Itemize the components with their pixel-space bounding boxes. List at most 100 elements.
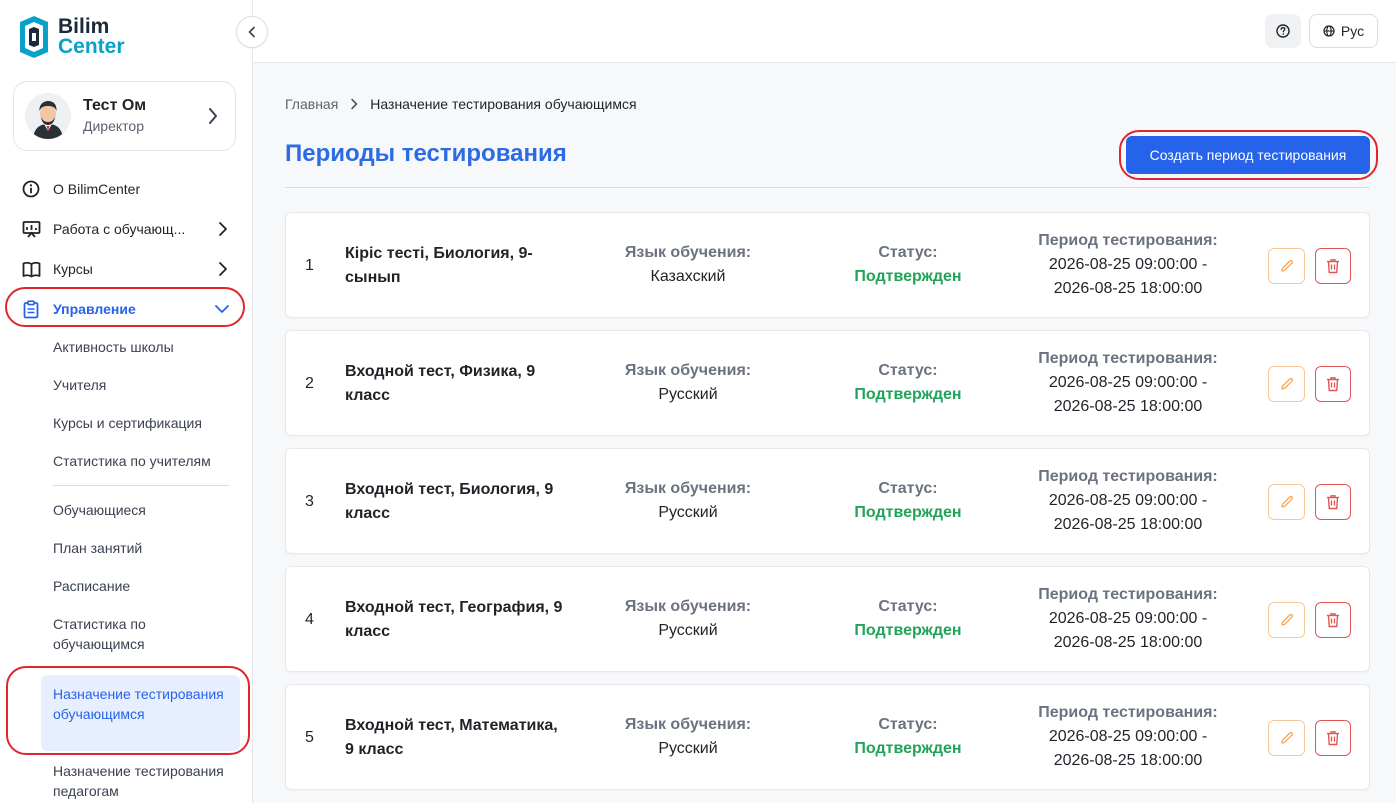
delete-button[interactable] [1315,720,1351,756]
pencil-icon [1280,377,1293,390]
nav-item-students-work[interactable]: Работа с обучающ... [0,209,252,249]
brand-line2: Center [58,35,125,58]
nav-label-courses: Курсы [53,261,93,277]
period-language: Язык обучения: Русский [588,713,788,761]
question-circle-icon [1276,24,1290,38]
edit-button[interactable] [1268,248,1305,284]
sub-item-teachers[interactable]: Учителя [53,375,233,395]
chevron-right-icon [350,98,358,110]
chevron-right-icon [209,108,217,124]
page-title: Периоды тестирования [285,140,567,167]
period-number: 3 [305,493,314,510]
breadcrumb-home[interactable]: Главная [285,96,338,112]
nav-label-students-work: Работа с обучающ... [53,221,186,237]
language-value: Русский [658,386,718,403]
sidebar-collapse-button[interactable] [236,16,268,48]
sub-item-schedule[interactable]: Расписание [53,576,233,596]
pencil-icon [1280,495,1293,508]
period-end: 2026-08-25 18:00:00 [1053,398,1203,415]
globe-icon [1323,25,1335,37]
language-label: Рус [1340,23,1365,39]
sub-item-courses-certification[interactable]: Курсы и сертификация [53,413,233,433]
trash-icon [1327,259,1339,274]
edit-button[interactable] [1268,366,1305,402]
period-end: 2026-08-25 18:00:00 [1053,634,1203,651]
sub-item-student-stats[interactable]: Статистика по обучающимся [53,614,173,654]
sub-item-school-activity[interactable]: Активность школы [53,337,233,357]
sub-item-student-testing[interactable]: Назначение тестирования обучающимся [41,675,240,751]
language-heading: Язык обучения: [624,598,752,615]
pencil-icon [1280,731,1293,744]
sub-divider [53,485,229,486]
sub-item-teacher-stats[interactable]: Статистика по учителям [53,451,233,471]
create-period-button[interactable]: Создать период тестирования [1126,136,1370,174]
sidebar: Bilim Center Тест Ом Директор О BilimCen… [0,0,253,803]
period-status: Статус: Подтвержден [808,713,1008,761]
status-badge: Подтвержден [854,504,962,521]
status-heading: Статус: [878,480,938,497]
period-number: 5 [305,729,314,746]
period-language: Язык обучения: Русский [588,359,788,407]
clipboard-icon [21,299,41,319]
period-number: 1 [305,257,314,274]
period-start: 2026-08-25 09:00:00 - [1048,728,1208,745]
pencil-icon [1280,259,1293,272]
sub-item-lesson-plan[interactable]: План занятий [53,538,233,558]
avatar [25,93,71,139]
period-end: 2026-08-25 18:00:00 [1053,516,1203,533]
language-value: Русский [658,504,718,521]
period-heading: Период тестирования: [1038,350,1218,367]
period-language: Язык обучения: Русский [588,477,788,525]
period-status: Статус: Подтвержден [808,241,1008,289]
trash-icon [1327,731,1339,746]
nav-label-about: О BilimCenter [53,181,141,197]
period-heading: Период тестирования: [1038,586,1218,603]
period-name: Входной тест, Биология, 9 класс [345,481,554,522]
delete-button[interactable] [1315,366,1351,402]
profile-card[interactable]: Тест Ом Директор [13,81,236,151]
book-icon [21,259,41,279]
edit-button[interactable] [1268,484,1305,520]
top-bar: Рус [253,0,1396,63]
period-language: Язык обучения: Русский [588,595,788,643]
edit-button[interactable] [1268,602,1305,638]
nav-item-courses[interactable]: Курсы [0,249,252,289]
nav-item-management[interactable]: Управление [0,289,252,329]
period-name: Кіріс тесті, Биология, 9-сынып [345,245,533,286]
period-heading: Период тестирования: [1038,468,1218,485]
edit-button[interactable] [1268,720,1305,756]
brand-logo[interactable]: Bilim Center [16,14,125,60]
status-badge: Подтвержден [854,268,962,285]
delete-button[interactable] [1315,602,1351,638]
nav-item-about[interactable]: О BilimCenter [0,169,252,209]
status-badge: Подтвержден [854,622,962,639]
period-range: Период тестирования: 2026-08-25 09:00:00… [1008,229,1248,301]
period-end: 2026-08-25 18:00:00 [1053,752,1203,769]
breadcrumb: Главная Назначение тестирования обучающи… [285,96,637,112]
sub-item-students[interactable]: Обучающиеся [53,500,233,520]
help-button[interactable] [1265,14,1301,48]
sub-item-teacher-testing[interactable]: Назначение тестирования педагогам [53,761,233,801]
trash-icon [1327,377,1339,392]
period-number: 4 [305,611,314,628]
period-range: Период тестирования: 2026-08-25 09:00:00… [1008,583,1248,655]
period-number: 2 [305,375,314,392]
language-switcher[interactable]: Рус [1309,14,1378,48]
delete-button[interactable] [1315,248,1351,284]
status-heading: Статус: [878,716,938,733]
brand-line1: Bilim [58,15,110,38]
period-status: Статус: Подтвержден [808,595,1008,643]
user-avatar-icon [25,93,71,139]
trash-icon [1327,495,1339,510]
period-name: Входной тест, Математика, 9 класс [345,717,558,758]
period-status: Статус: Подтвержден [808,477,1008,525]
period-heading: Период тестирования: [1038,232,1218,249]
presentation-icon [21,219,41,239]
pencil-icon [1280,613,1293,626]
language-heading: Язык обучения: [624,244,752,261]
period-status: Статус: Подтвержден [808,359,1008,407]
delete-button[interactable] [1315,484,1351,520]
language-value: Русский [658,740,718,757]
nav-label-management: Управление [53,301,136,317]
chevron-right-icon [219,262,227,276]
